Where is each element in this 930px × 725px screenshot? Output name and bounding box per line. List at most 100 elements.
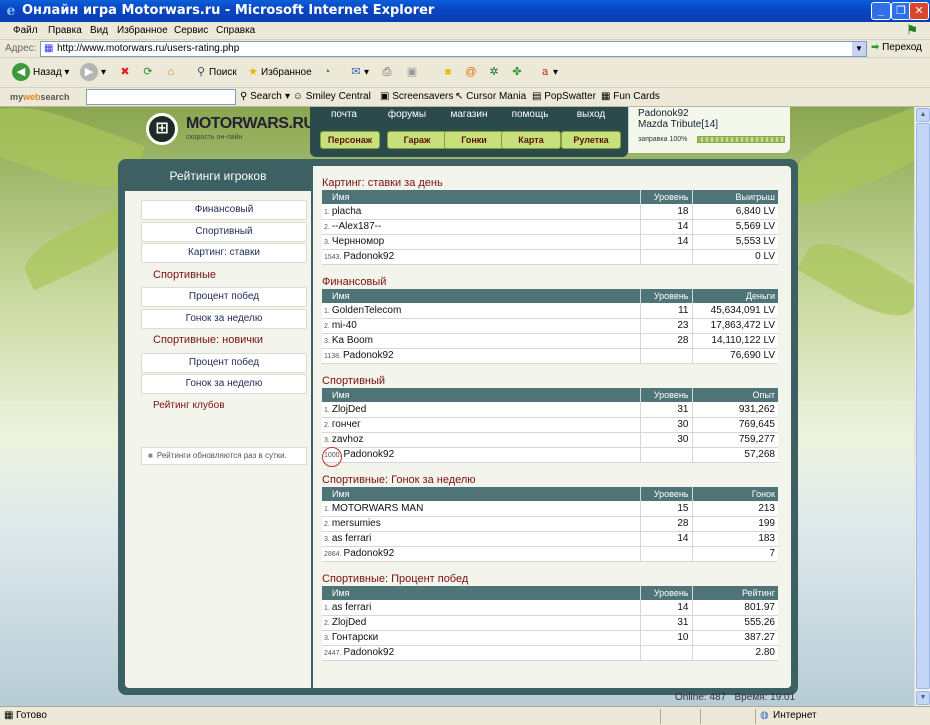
- bullet-icon: ■: [148, 451, 153, 460]
- sidebar-item-karting-bets[interactable]: Картинг: ставки: [141, 243, 307, 263]
- player-name[interactable]: Ka Boom: [332, 335, 373, 346]
- nav-button-races[interactable]: Гонки: [444, 131, 504, 149]
- nav-link-help[interactable]: помощь: [500, 109, 560, 123]
- logo-name: MOTORWARS.RU: [186, 115, 315, 132]
- search-button[interactable]: ⚲ Поиск: [193, 63, 237, 83]
- column-header: Гонок: [691, 487, 778, 501]
- sidebar-heading-sport[interactable]: Спортивные: [153, 269, 216, 281]
- player-cell: 3. as ferrari: [322, 531, 640, 547]
- player-name[interactable]: Padonok92: [344, 548, 395, 559]
- player-name[interactable]: mersumies: [332, 518, 381, 529]
- site-logo[interactable]: ⊞ MOTORWARS.RU скорость он-лайн: [142, 107, 315, 152]
- search-link[interactable]: ⚲ Search: [240, 91, 282, 102]
- nav-link-mail[interactable]: почта: [314, 109, 374, 123]
- smiley-central-link[interactable]: ▾ ☺ Smiley Central: [285, 91, 371, 102]
- nav-link-forums[interactable]: форумы: [377, 109, 437, 123]
- home-button[interactable]: ⌂: [163, 63, 179, 83]
- player-name[interactable]: as ferrari: [332, 533, 371, 544]
- menu-favorites[interactable]: Избранное: [117, 25, 168, 36]
- sidebar-item-win-percent[interactable]: Процент побед: [141, 287, 307, 307]
- sidebar-item-newbies-win-percent[interactable]: Процент побед: [141, 353, 307, 373]
- back-button[interactable]: ◀ Назад ▾: [12, 63, 69, 83]
- note-button[interactable]: ■: [440, 63, 456, 83]
- favorites-label: Избранное: [261, 67, 312, 78]
- player-cell: 1543. Padonok92: [322, 249, 640, 265]
- fun-cards-link[interactable]: ▦ Fun Cards: [601, 91, 660, 102]
- stop-button[interactable]: ✖: [117, 63, 133, 83]
- mail-button[interactable]: ✉ ▾: [348, 63, 369, 83]
- scroll-down-icon[interactable]: ▼: [916, 691, 930, 705]
- nav-button-roulette[interactable]: Рулетка: [561, 131, 621, 149]
- sidebar-heading-newbies[interactable]: Спортивные: новички: [153, 334, 263, 346]
- player-name[interactable]: Padonok92: [343, 350, 394, 361]
- player-name[interactable]: Padonok92: [344, 449, 395, 460]
- minimize-button[interactable]: _: [871, 2, 891, 20]
- refresh-button[interactable]: ⟳: [140, 63, 156, 83]
- player-name[interactable]: GoldenTelecom: [332, 305, 401, 316]
- scroll-up-icon[interactable]: ▲: [916, 108, 930, 122]
- nav-button-garage[interactable]: Гараж: [387, 131, 447, 149]
- player-score: 0 LV: [691, 249, 778, 265]
- player-cell: 2864. Padonok92: [322, 546, 640, 562]
- address-dropdown-icon[interactable]: ▼: [852, 42, 866, 56]
- menu-edit[interactable]: Правка: [48, 25, 82, 36]
- clover-button[interactable]: ✤: [509, 63, 525, 83]
- nav-button-character[interactable]: Персонаж: [320, 131, 380, 149]
- player-name[interactable]: placha: [332, 206, 361, 217]
- translate-button[interactable]: a ▾: [537, 63, 558, 83]
- maximize-button[interactable]: ❐: [891, 2, 911, 20]
- sidebar-item-club-rating[interactable]: Рейтинг клубов: [153, 400, 225, 411]
- player-name[interactable]: Чернномор: [332, 236, 384, 247]
- user-name[interactable]: Padonok92: [638, 108, 689, 119]
- edit-button[interactable]: ▣: [404, 63, 420, 83]
- sidebar-item-sport[interactable]: Спортивный: [141, 222, 307, 242]
- nav-link-shop[interactable]: магазин: [439, 109, 499, 123]
- player-name[interactable]: ZlojDed: [332, 404, 366, 415]
- player-cell: 1138. Padonok92: [322, 348, 640, 364]
- player-name[interactable]: --Alex187--: [332, 221, 381, 232]
- menu-view[interactable]: Вид: [90, 25, 108, 36]
- menu-file[interactable]: Файл: [13, 25, 38, 36]
- column-header: Выигрыш: [691, 190, 778, 204]
- sidebar-item-newbies-races-week[interactable]: Гонок за неделю: [141, 374, 307, 394]
- player-name[interactable]: as ferrari: [332, 602, 371, 613]
- nav-link-logout[interactable]: выход: [561, 109, 621, 123]
- table-row: 1. MOTORWARS MAN 15 213: [322, 501, 778, 517]
- player-name[interactable]: zavhoz: [332, 434, 364, 445]
- popswatter-link[interactable]: ▤ PopSwatter: [532, 91, 596, 102]
- sidebar-item-races-week[interactable]: Гонок за неделю: [141, 309, 307, 329]
- at-icon: @: [465, 66, 477, 79]
- player-name[interactable]: гончег: [332, 419, 361, 430]
- menu-tools[interactable]: Сервис: [174, 25, 208, 36]
- print-button[interactable]: ⎙: [379, 63, 395, 83]
- section-title: Финансовый: [322, 276, 387, 288]
- address-input[interactable]: ▦ http://www.motorwars.ru/users-rating.p…: [40, 41, 867, 57]
- player-name[interactable]: Padonok92: [344, 647, 395, 658]
- user-panel: Padonok92 Mazda Tribute[14] заправка 100…: [628, 107, 790, 153]
- rank-position: 2.: [324, 521, 330, 528]
- gear-button[interactable]: ✲: [486, 63, 502, 83]
- at-button[interactable]: @: [463, 63, 479, 83]
- player-name[interactable]: MOTORWARS MAN: [332, 503, 423, 514]
- favorites-button[interactable]: ★ Избранное: [245, 63, 312, 83]
- forward-button[interactable]: ▶ ▾: [80, 63, 106, 83]
- menu-help[interactable]: Справка: [216, 25, 255, 36]
- player-name[interactable]: mi-40: [332, 320, 357, 331]
- mywebsearch-input[interactable]: [86, 89, 236, 105]
- player-name[interactable]: Padonok92: [344, 251, 395, 262]
- player-name[interactable]: ZlojDed: [332, 617, 366, 628]
- close-button[interactable]: ✕: [909, 2, 929, 20]
- nav-button-map[interactable]: Карта: [501, 131, 561, 149]
- player-name[interactable]: Гонтарски: [332, 632, 378, 643]
- cursor-mania-link[interactable]: ↖ Cursor Mania: [455, 91, 526, 102]
- sidebar-item-financial[interactable]: Финансовый: [141, 200, 307, 220]
- vertical-scrollbar[interactable]: ▲ ▼: [914, 107, 930, 706]
- scroll-thumb[interactable]: [916, 123, 930, 689]
- history-button[interactable]: ◔: [319, 63, 335, 83]
- rank-position: 1138.: [324, 353, 341, 360]
- go-button[interactable]: ➡ Переход: [871, 42, 922, 53]
- table-row: 2447. Padonok92 2.80: [322, 645, 778, 661]
- online-count: Online: 487: [675, 692, 727, 703]
- standard-toolbar: ◀ Назад ▾ ▶ ▾ ✖ ⟳ ⌂ ⚲ Поиск ★ Избранное ◔ ✉ ▾…: [0, 58, 930, 88]
- screensavers-link[interactable]: ▣ Screensavers: [380, 91, 453, 102]
